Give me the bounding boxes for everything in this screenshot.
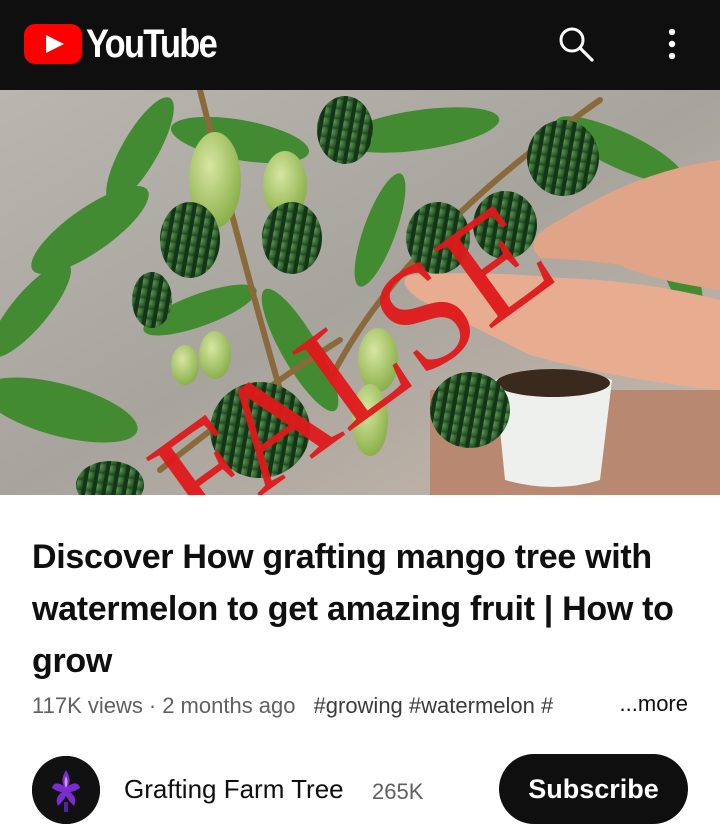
- search-icon: [559, 27, 594, 62]
- more-description-link[interactable]: ...more: [620, 691, 688, 717]
- purple-flower-icon: [32, 756, 100, 824]
- subscribe-button[interactable]: Subscribe: [499, 754, 688, 824]
- youtube-logo[interactable]: YouTube: [24, 21, 237, 67]
- logo-text: YouTube: [86, 21, 218, 66]
- video-title[interactable]: Discover How grafting mango tree with wa…: [32, 531, 692, 687]
- more-vert-icon: [668, 28, 676, 60]
- meta-separator: ·: [148, 693, 157, 718]
- more-options-button[interactable]: [648, 20, 696, 68]
- top-app-bar: YouTube: [0, 0, 720, 90]
- channel-row: Grafting Farm Tree 265K Subscribe: [0, 752, 720, 828]
- hashtags[interactable]: #growing #watermelon #: [314, 693, 554, 719]
- view-count: 117K views: [32, 693, 143, 718]
- channel-name[interactable]: Grafting Farm Tree: [124, 774, 344, 805]
- thumbnail-image: FALSE: [0, 90, 720, 495]
- tags-fade: [552, 689, 612, 723]
- video-metadata: 117K views · 2 months ago #growing #wate…: [32, 689, 692, 723]
- video-thumbnail[interactable]: FALSE: [0, 90, 720, 495]
- subscriber-count: 265K: [372, 779, 424, 804]
- search-button[interactable]: [552, 20, 600, 68]
- upload-age: 2 months ago: [162, 693, 296, 718]
- youtube-play-icon: [24, 24, 82, 64]
- channel-avatar[interactable]: [32, 756, 100, 824]
